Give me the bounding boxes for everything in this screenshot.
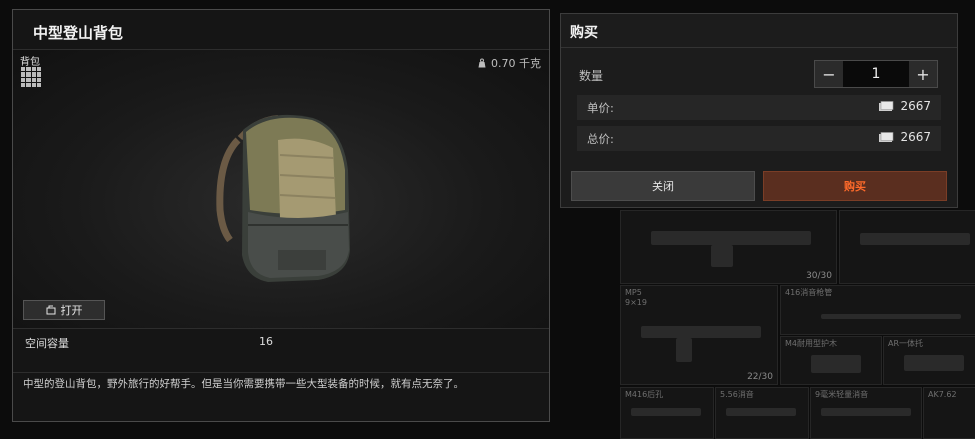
weight-icon — [478, 58, 486, 68]
cell-label: AR一体托 — [888, 339, 924, 348]
open-icon — [46, 305, 55, 315]
item-description: 中型的登山背包，野外旅行的好帮手。但是当你需要携带一些大型装备的时候，就有点无奈… — [23, 378, 464, 390]
inventory-cell[interactable]: AR一体托 — [883, 336, 975, 385]
weight-value: 0.70 千克 — [491, 57, 541, 70]
cell-count: 30/30 — [806, 271, 832, 281]
open-button[interactable]: 打开 — [23, 300, 105, 320]
inventory-cell[interactable]: 5.56消音 — [715, 387, 809, 439]
inventory-cell[interactable]: AK7.62 — [923, 387, 975, 439]
total-price-value: 2667 — [900, 130, 931, 144]
unit-price-value: 2667 — [900, 99, 931, 113]
capacity-row: 空间容量 16 — [13, 328, 549, 373]
cell-label: 5.56消音 — [720, 390, 754, 399]
unit-price: 2667 — [878, 99, 931, 113]
inventory-cell[interactable]: 30/30 — [620, 210, 837, 284]
cell-count: 22/30 — [747, 372, 773, 382]
cell-label: MP5 9×19 — [625, 288, 647, 307]
item-title: 中型登山背包 — [33, 24, 124, 42]
confirm-buy-button[interactable]: 购买 — [763, 171, 947, 201]
money-icon — [879, 100, 894, 111]
money-icon — [879, 131, 894, 142]
cell-label: 416消音枪管 — [785, 288, 833, 297]
buy-title: 购买 — [570, 25, 598, 41]
inventory-cell[interactable]: 9毫米轻量消音 — [810, 387, 922, 439]
item-weight: 0.70 千克 — [477, 55, 541, 71]
total-price-row: 总价: 2667 — [577, 126, 941, 151]
inventory-grid-background: 30/30 MP5 9×19 22/30 416消音枪管 M4耐用型护木 AR一… — [620, 210, 975, 439]
backpack-grid-icon — [21, 67, 41, 87]
total-price: 2667 — [878, 130, 931, 144]
unit-price-row: 单价: 2667 — [577, 95, 941, 120]
open-button-label: 打开 — [60, 304, 83, 317]
inventory-cell[interactable]: M4耐用型护木 — [780, 336, 882, 385]
inventory-cell[interactable]: M416后孔 — [620, 387, 714, 439]
inventory-cell[interactable]: 416消音枪管 — [780, 285, 975, 335]
backpack-image — [216, 114, 350, 282]
capacity-value: 16 — [259, 335, 273, 348]
decrease-button[interactable]: − — [815, 61, 843, 87]
quantity-value[interactable]: 1 — [843, 61, 909, 87]
quantity-stepper[interactable]: − 1 + — [814, 60, 938, 88]
inventory-cell[interactable] — [839, 210, 975, 284]
unit-price-label: 单价: — [587, 101, 614, 115]
cell-label: 9毫米轻量消音 — [815, 390, 869, 399]
cell-label: M4耐用型护木 — [785, 339, 837, 348]
buy-dialog: 购买 数量 − 1 + 单价: 2667 总价: 2667 关闭 购买 — [560, 13, 958, 208]
total-price-label: 总价: — [587, 132, 614, 146]
capacity-label: 空间容量 — [25, 337, 69, 350]
increase-button[interactable]: + — [909, 61, 937, 87]
cell-label: AK7.62 — [928, 390, 957, 399]
quantity-label: 数量 — [579, 69, 604, 83]
divider — [561, 47, 957, 48]
item-preview: 背包 0.70 千克 打开 — [13, 49, 549, 329]
item-detail-panel: 中型登山背包 背包 0.70 千克 打开 空间容量 16 中型的登山背包，野外旅… — [12, 9, 550, 422]
item-category: 背包 — [20, 57, 40, 68]
cell-label: M416后孔 — [625, 390, 664, 399]
inventory-cell[interactable]: MP5 9×19 22/30 — [620, 285, 778, 385]
close-button[interactable]: 关闭 — [571, 171, 755, 201]
